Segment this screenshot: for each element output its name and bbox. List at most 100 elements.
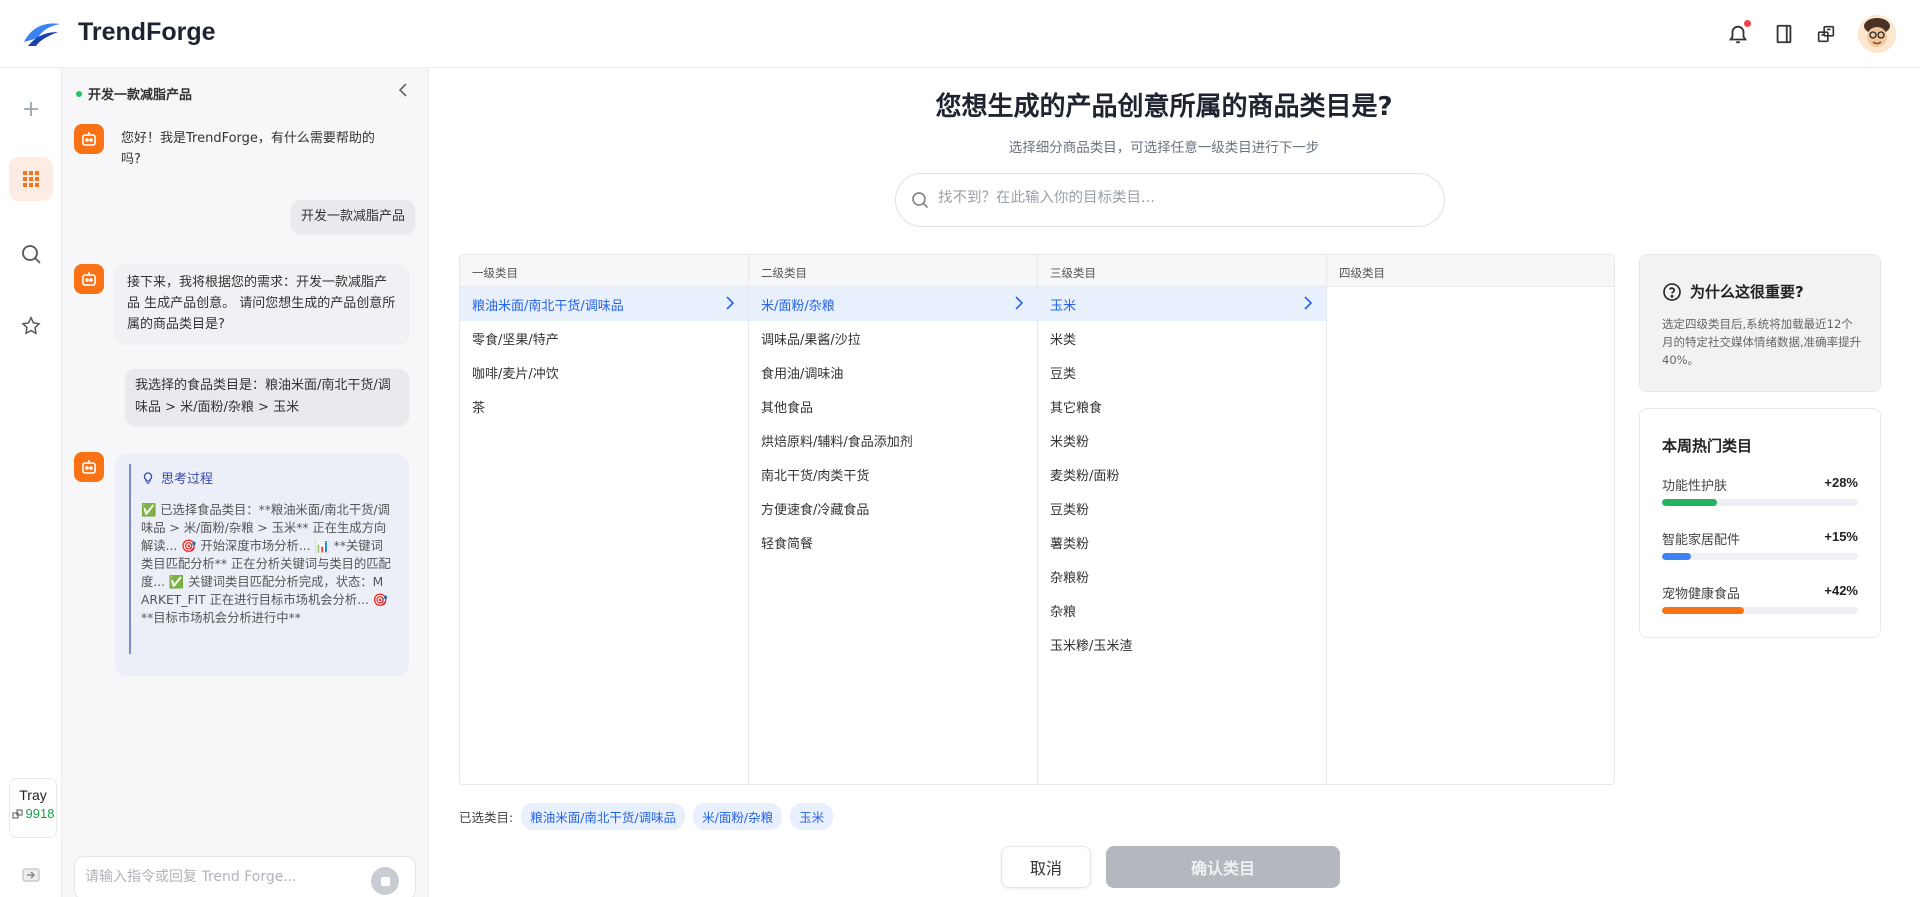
column-header: 四级类目 (1327, 255, 1614, 287)
chat-message-user: 我选择的食品类目是：粮油米面/南北干货/调味品 > 米/面粉/杂粮 > 玉米 (125, 369, 409, 425)
robot-icon (82, 460, 96, 474)
category-item-label: 杂粮 (1050, 605, 1077, 620)
category-search-input[interactable] (938, 190, 1418, 206)
category-item[interactable]: 玉米 (1038, 287, 1326, 321)
category-item-label: 米类粉 (1050, 435, 1090, 450)
thinking-process-card: 思考过程 ✅ 已选择食品类目：**粮油米面/南北干货/调味品 > 米/面粉/杂粮… (115, 454, 409, 676)
category-item-label: 豆类 (1050, 367, 1077, 382)
chat-message-bot: 您好！我是TrendForge，有什么需要帮助的吗? (121, 131, 375, 167)
category-item[interactable]: 米/面粉/杂粮 (749, 287, 1037, 321)
category-item[interactable]: 杂粮粉 (1038, 559, 1326, 593)
category-item[interactable]: 调味品/果酱/沙拉 (749, 321, 1037, 355)
notebook-icon[interactable] (1770, 20, 1798, 48)
stop-icon (380, 876, 390, 886)
hot-category-row[interactable]: 智能家居配件 +15% (1662, 529, 1858, 560)
category-item-label: 粮油米面/南北干货/调味品 (472, 299, 624, 314)
status-dot (76, 90, 82, 97)
selected-category-chip[interactable]: 玉米 (790, 802, 834, 830)
why-title: 为什么这很重要? (1662, 281, 1804, 302)
category-item-label: 麦类粉/面粉 (1050, 469, 1120, 484)
tray-widget[interactable]: Tray 9918 (9, 778, 57, 838)
category-item[interactable]: 茶 (460, 389, 748, 423)
bot-avatar (74, 124, 104, 154)
category-item[interactable]: 麦类粉/面粉 (1038, 457, 1326, 491)
lightbulb-icon (143, 471, 153, 484)
bot-avatar (74, 264, 104, 294)
expand-panel-button[interactable] (9, 853, 53, 897)
selected-categories: 已选类目: 粮油米面/南北干货/调味品 米/面粉/杂粮 玉米 (459, 802, 834, 830)
category-item[interactable]: 烘焙原料/辅料/食品添加剂 (749, 423, 1037, 457)
category-search-box[interactable] (895, 173, 1445, 227)
thinking-toggle[interactable]: 思考过程 (141, 468, 391, 487)
main-content: 您想生成的产品创意所属的商品类目是? 选择细分商品类目，可选择任意一级类目进行下… (429, 68, 1920, 897)
category-item-label: 烘焙原料/辅料/食品添加剂 (761, 435, 913, 450)
category-item[interactable]: 杂粮 (1038, 593, 1326, 627)
category-item[interactable]: 食用油/调味油 (749, 355, 1037, 389)
category-item[interactable]: 咖啡/麦片/冲饮 (460, 355, 748, 389)
selected-category-chip[interactable]: 粮油米面/南北干货/调味品 (521, 802, 686, 830)
category-item[interactable]: 轻食简餐 (749, 525, 1037, 559)
tray-title: Tray (19, 787, 47, 803)
category-item-label: 薯类粉 (1050, 537, 1090, 552)
apps-grid-button[interactable] (9, 157, 53, 201)
left-icon-rail: Tray 9918 (0, 68, 62, 897)
category-item[interactable]: 豆类粉 (1038, 491, 1326, 525)
thinking-label: 思考过程 (161, 472, 214, 487)
hot-category-row[interactable]: 功能性护肤 +28% (1662, 475, 1858, 506)
page-subtitle: 选择细分商品类目，可选择任意一级类目进行下一步 (1008, 140, 1320, 156)
new-chat-button[interactable] (9, 87, 53, 131)
search-button[interactable] (9, 232, 53, 276)
thinking-text: ✅ 已选择食品类目：**粮油米面/南北干货/调味品 > 米/面粉/杂粮 > 玉米… (141, 503, 391, 625)
stop-button[interactable] (371, 867, 399, 895)
category-item-label: 米类 (1050, 333, 1077, 348)
growth-bar-fill (1662, 553, 1691, 560)
category-item[interactable]: 粮油米面/南北干货/调味品 (460, 287, 748, 321)
category-item[interactable]: 米类 (1038, 321, 1326, 355)
category-item-label: 其它粮食 (1050, 401, 1103, 416)
category-item-label: 其他食品 (761, 401, 814, 416)
category-item[interactable]: 零食/坚果/特产 (460, 321, 748, 355)
page-title: 您想生成的产品创意所属的商品类目是? (935, 92, 1393, 122)
growth-bar-fill (1662, 499, 1717, 506)
top-header: TrendForge (0, 0, 1920, 68)
category-item[interactable]: 南北干货/肉类干货 (749, 457, 1037, 491)
search-icon (912, 192, 929, 209)
category-item[interactable]: 豆类 (1038, 355, 1326, 389)
growth-bar (1662, 607, 1858, 614)
plus-icon (24, 102, 38, 116)
category-item[interactable]: 其它粮食 (1038, 389, 1326, 423)
user-avatar[interactable] (1858, 15, 1896, 53)
cancel-button[interactable]: 取消 (1001, 846, 1091, 888)
category-item[interactable]: 玉米糁/玉米渣 (1038, 627, 1326, 661)
selected-category-chip[interactable]: 米/面粉/杂粮 (693, 802, 783, 830)
collapse-panel-icon[interactable] (394, 80, 414, 100)
chat-input-box[interactable] (74, 856, 416, 897)
category-item-label: 咖啡/麦片/冲饮 (472, 367, 559, 382)
favorites-button[interactable] (9, 304, 53, 348)
category-item-label: 玉米 (1050, 299, 1077, 314)
category-item-label: 零食/坚果/特产 (472, 333, 559, 348)
category-item-label: 调味品/果酱/沙拉 (761, 333, 861, 348)
coins-icon[interactable] (1812, 20, 1840, 48)
category-column-1: 一级类目粮油米面/南北干货/调味品 零食/坚果/特产 咖啡/麦片/冲饮茶 (460, 255, 749, 784)
chevron-right-icon (1015, 296, 1023, 310)
hot-category-growth: +28% (1824, 475, 1858, 490)
chat-input[interactable] (85, 869, 365, 885)
category-item-label: 米/面粉/杂粮 (761, 299, 835, 314)
category-item[interactable]: 薯类粉 (1038, 525, 1326, 559)
grid-icon (23, 171, 39, 187)
hot-category-row[interactable]: 宠物健康食品 +42% (1662, 583, 1858, 614)
category-item[interactable]: 其他食品 (749, 389, 1037, 423)
notification-bell-icon[interactable] (1724, 20, 1752, 48)
category-item[interactable]: 米类粉 (1038, 423, 1326, 457)
hot-categories-title: 本周热门类目 (1662, 437, 1753, 455)
column-header: 一级类目 (460, 255, 748, 287)
star-icon (21, 316, 41, 335)
bot-avatar (74, 452, 104, 482)
chevron-right-icon (1304, 296, 1312, 310)
notification-dot (1744, 20, 1751, 27)
category-item[interactable]: 方便速食/冷藏食品 (749, 491, 1037, 525)
confirm-category-button[interactable]: 确认类目 (1106, 846, 1340, 888)
hot-category-growth: +15% (1824, 529, 1858, 544)
category-column-4: 四级类目 (1327, 255, 1614, 784)
